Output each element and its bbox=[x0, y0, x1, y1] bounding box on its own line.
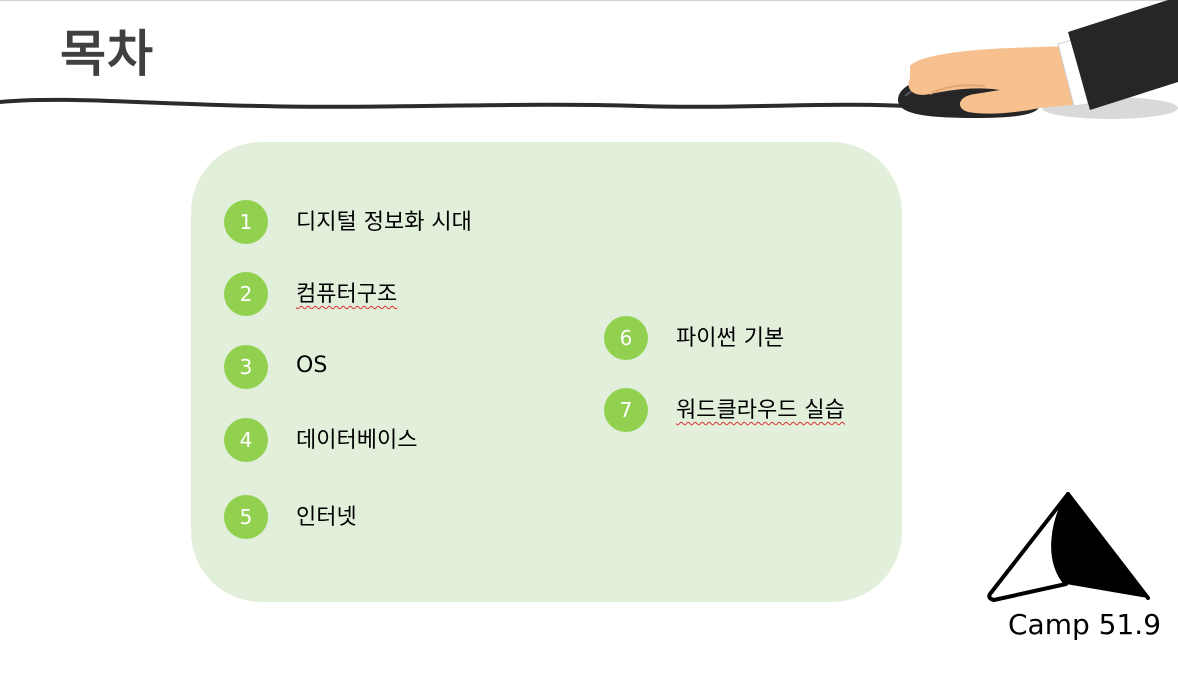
toc-number-badge: 3 bbox=[224, 345, 268, 389]
slide-title: 목차 bbox=[60, 25, 154, 83]
toc-item-3: 3 OS bbox=[224, 345, 327, 389]
toc-label: 워드클라우드 실습 bbox=[676, 398, 845, 423]
toc-number-badge: 6 bbox=[604, 316, 648, 360]
toc-item-1: 1 디지털 정보화 시대 bbox=[224, 200, 472, 244]
brand-name: Camp 51.9 bbox=[1008, 608, 1162, 641]
toc-item-5: 5 인터넷 bbox=[224, 495, 357, 539]
toc-label: OS bbox=[296, 352, 328, 378]
toc-label: 디지털 정보화 시대 bbox=[296, 210, 472, 235]
slide: 목차 1 디지털 정보화 시대 2 컴퓨터구조 3 OS 4 데이터베이스 5 … bbox=[0, 0, 1178, 696]
toc-number-badge: 4 bbox=[224, 418, 268, 462]
toc-item-2: 2 컴퓨터구조 bbox=[224, 272, 397, 316]
toc-number-badge: 2 bbox=[224, 272, 268, 316]
camp-tent-logo bbox=[987, 492, 1150, 602]
toc-item-7: 7 워드클라우드 실습 bbox=[604, 388, 845, 432]
toc-label: 인터넷 bbox=[296, 505, 357, 530]
toc-item-6: 6 파이썬 기본 bbox=[604, 316, 784, 360]
toc-label: 파이썬 기본 bbox=[676, 326, 785, 351]
toc-label: 컴퓨터구조 bbox=[296, 282, 398, 307]
mouse-hand-illustration bbox=[0, 0, 1178, 119]
toc-number-badge: 5 bbox=[224, 495, 268, 539]
toc-label: 데이터베이스 bbox=[296, 428, 418, 453]
toc-item-4: 4 데이터베이스 bbox=[224, 418, 417, 462]
toc-number-badge: 1 bbox=[224, 200, 268, 244]
toc-number-badge: 7 bbox=[604, 388, 648, 432]
